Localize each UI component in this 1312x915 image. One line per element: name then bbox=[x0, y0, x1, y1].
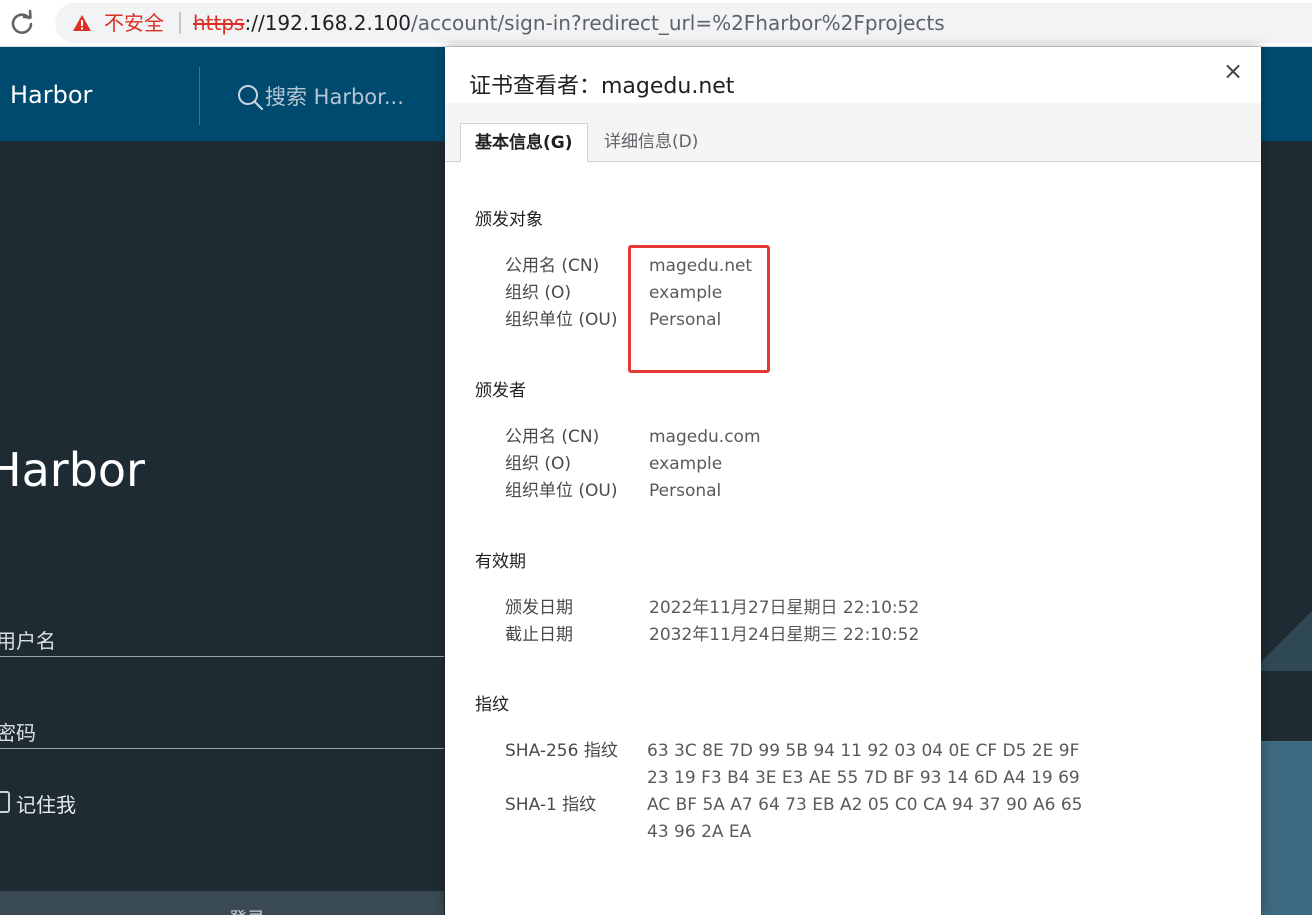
issued-by-cn-value: magedu.com bbox=[649, 427, 761, 447]
issued-to-heading: 颁发对象 bbox=[475, 210, 543, 230]
remember-me-checkbox[interactable] bbox=[0, 791, 10, 813]
url-scheme: https bbox=[193, 11, 245, 35]
background-decoration-2 bbox=[1252, 741, 1312, 915]
omnibox-separator bbox=[179, 12, 181, 34]
url-text[interactable]: https://192.168.2.100/account/sign-in?re… bbox=[193, 11, 945, 35]
login-button-label: 登录 bbox=[229, 905, 265, 915]
expires-on-value: 2032年11月24日星期三 22:10:52 bbox=[649, 625, 920, 645]
issued-to-ou-label: 组织单位 (OU) bbox=[505, 310, 618, 330]
tab-general[interactable]: 基本信息(G) bbox=[460, 123, 588, 163]
username-underline bbox=[0, 656, 444, 657]
dialog-title: 证书查看者：magedu.net bbox=[469, 74, 735, 99]
sha256-value-line1: 63 3C 8E 7D 99 5B 94 11 92 03 04 0E CF D… bbox=[647, 741, 1080, 761]
url-path: /account/sign-in?redirect_url=%2Fharbor%… bbox=[411, 11, 945, 35]
sha1-label: SHA-1 指纹 bbox=[505, 795, 597, 815]
harbor-brand[interactable]: Harbor bbox=[10, 81, 92, 109]
certificate-viewer-dialog: 证书查看者：magedu.net × 基本信息(G) 详细信息(D) 颁发对象 … bbox=[445, 47, 1261, 915]
close-icon: × bbox=[1222, 57, 1244, 85]
sha256-label: SHA-256 指纹 bbox=[505, 741, 618, 761]
expires-on-label: 截止日期 bbox=[505, 625, 573, 645]
close-button[interactable]: × bbox=[1219, 57, 1247, 85]
issued-by-o-value: example bbox=[649, 454, 723, 474]
issued-by-heading: 颁发者 bbox=[475, 381, 526, 401]
tab-strip: 基本信息(G) 详细信息(D) bbox=[445, 103, 1261, 163]
header-divider bbox=[199, 67, 200, 125]
password-input[interactable]: 密码 bbox=[0, 717, 36, 746]
url-host: ://192.168.2.100 bbox=[244, 11, 412, 35]
issued-on-label: 颁发日期 bbox=[505, 598, 573, 618]
sha1-value-line2: 43 96 2A EA bbox=[647, 822, 752, 842]
browser-address-bar: 不安全 https://192.168.2.100/account/sign-i… bbox=[0, 0, 1312, 47]
issued-to-o-label: 组织 (O) bbox=[505, 283, 572, 303]
issued-to-cn-label: 公用名 (CN) bbox=[505, 256, 600, 276]
global-search-input[interactable]: 搜索 Harbor... bbox=[265, 85, 404, 109]
warning-icon[interactable] bbox=[72, 14, 92, 32]
issued-on-value: 2022年11月27日星期日 22:10:52 bbox=[649, 598, 920, 618]
search-icon[interactable] bbox=[236, 83, 264, 111]
reload-icon[interactable] bbox=[8, 9, 36, 37]
remember-me-label[interactable]: 记住我 bbox=[16, 789, 76, 818]
fingerprints-heading: 指纹 bbox=[475, 695, 509, 715]
highlight-annotation-box bbox=[628, 245, 770, 373]
username-input[interactable]: 用户名 bbox=[0, 625, 56, 654]
issued-by-cn-label: 公用名 (CN) bbox=[505, 427, 600, 447]
omnibox[interactable]: 不安全 https://192.168.2.100/account/sign-i… bbox=[55, 3, 1312, 43]
issued-by-o-label: 组织 (O) bbox=[505, 454, 572, 474]
sha256-value-line2: 23 19 F3 B4 3E E3 AE 55 7D BF 93 14 6D A… bbox=[647, 768, 1080, 788]
tab-details[interactable]: 详细信息(D) bbox=[590, 123, 712, 161]
password-underline bbox=[0, 748, 444, 749]
login-title: Harbor bbox=[0, 443, 145, 497]
issued-by-ou-label: 组织单位 (OU) bbox=[505, 481, 618, 501]
login-button[interactable]: 登录 bbox=[0, 891, 444, 915]
validity-heading: 有效期 bbox=[475, 552, 526, 572]
sha1-value-line1: AC BF 5A A7 64 73 EB A2 05 C0 CA 94 37 9… bbox=[647, 795, 1083, 815]
issued-by-ou-value: Personal bbox=[649, 481, 722, 501]
background-decoration bbox=[1252, 611, 1312, 671]
not-secure-label[interactable]: 不安全 bbox=[104, 11, 164, 35]
